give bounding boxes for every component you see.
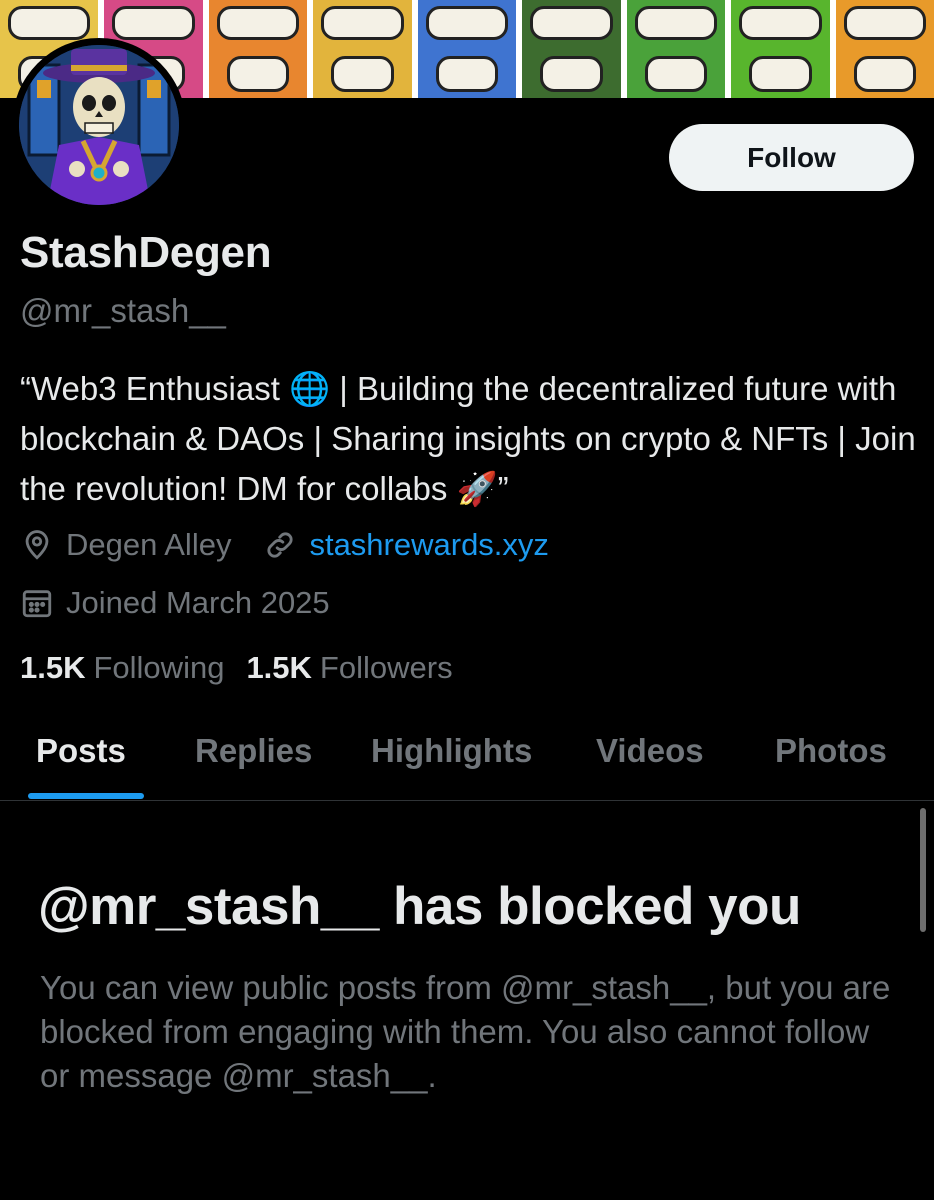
banner-panel	[731, 0, 836, 98]
banner-panel	[208, 0, 314, 98]
joined-date: Joined March 2025	[66, 585, 330, 620]
website-link[interactable]: stashrewards.xyz	[309, 527, 548, 563]
tab-replies[interactable]: Replies	[195, 732, 312, 770]
follow-button[interactable]: Follow	[669, 124, 914, 191]
tab-photos[interactable]: Photos	[775, 732, 887, 770]
profile-meta-row: Degen Alley stashrewards.xyz	[20, 527, 549, 563]
profile-tabs: Posts Replies Highlights Videos Photos	[0, 718, 934, 801]
banner-panel	[417, 0, 523, 98]
active-tab-indicator	[28, 793, 144, 799]
following-stat[interactable]: 1.5K Following	[20, 650, 224, 686]
calendar-icon	[20, 586, 54, 620]
link-icon	[263, 528, 297, 562]
tab-videos[interactable]: Videos	[596, 732, 704, 770]
display-name: StashDegen	[20, 228, 272, 277]
profile-handle: @mr_stash__	[20, 292, 226, 329]
followers-stat[interactable]: 1.5K Followers	[246, 650, 452, 686]
location-label: Degen Alley	[66, 527, 232, 562]
profile-avatar[interactable]	[12, 38, 186, 212]
followers-count: 1.5K	[246, 650, 312, 685]
profile-stats: 1.5K Following 1.5K Followers	[20, 650, 475, 686]
blocked-title: @mr_stash__ has blocked you	[38, 877, 801, 936]
tab-posts[interactable]: Posts	[36, 732, 126, 770]
blocked-description: You can view public posts from @mr_stash…	[40, 969, 891, 1094]
location-pin-icon	[20, 528, 54, 562]
banner-panel	[313, 0, 418, 98]
profile-joined-row: Joined March 2025	[20, 585, 330, 621]
tab-highlights[interactable]: Highlights	[371, 732, 532, 770]
banner-panel	[522, 0, 627, 98]
following-count: 1.5K	[20, 650, 86, 685]
followers-label: Followers	[319, 650, 453, 685]
scrollbar[interactable]	[920, 808, 926, 932]
following-label: Following	[93, 650, 225, 685]
banner-panel	[626, 0, 732, 98]
profile-bio: “Web3 Enthusiast 🌐 | Building the decent…	[20, 370, 916, 507]
banner-panel	[835, 0, 934, 98]
skull-avatar-image	[19, 45, 179, 205]
profile-location: Degen Alley	[20, 527, 231, 563]
